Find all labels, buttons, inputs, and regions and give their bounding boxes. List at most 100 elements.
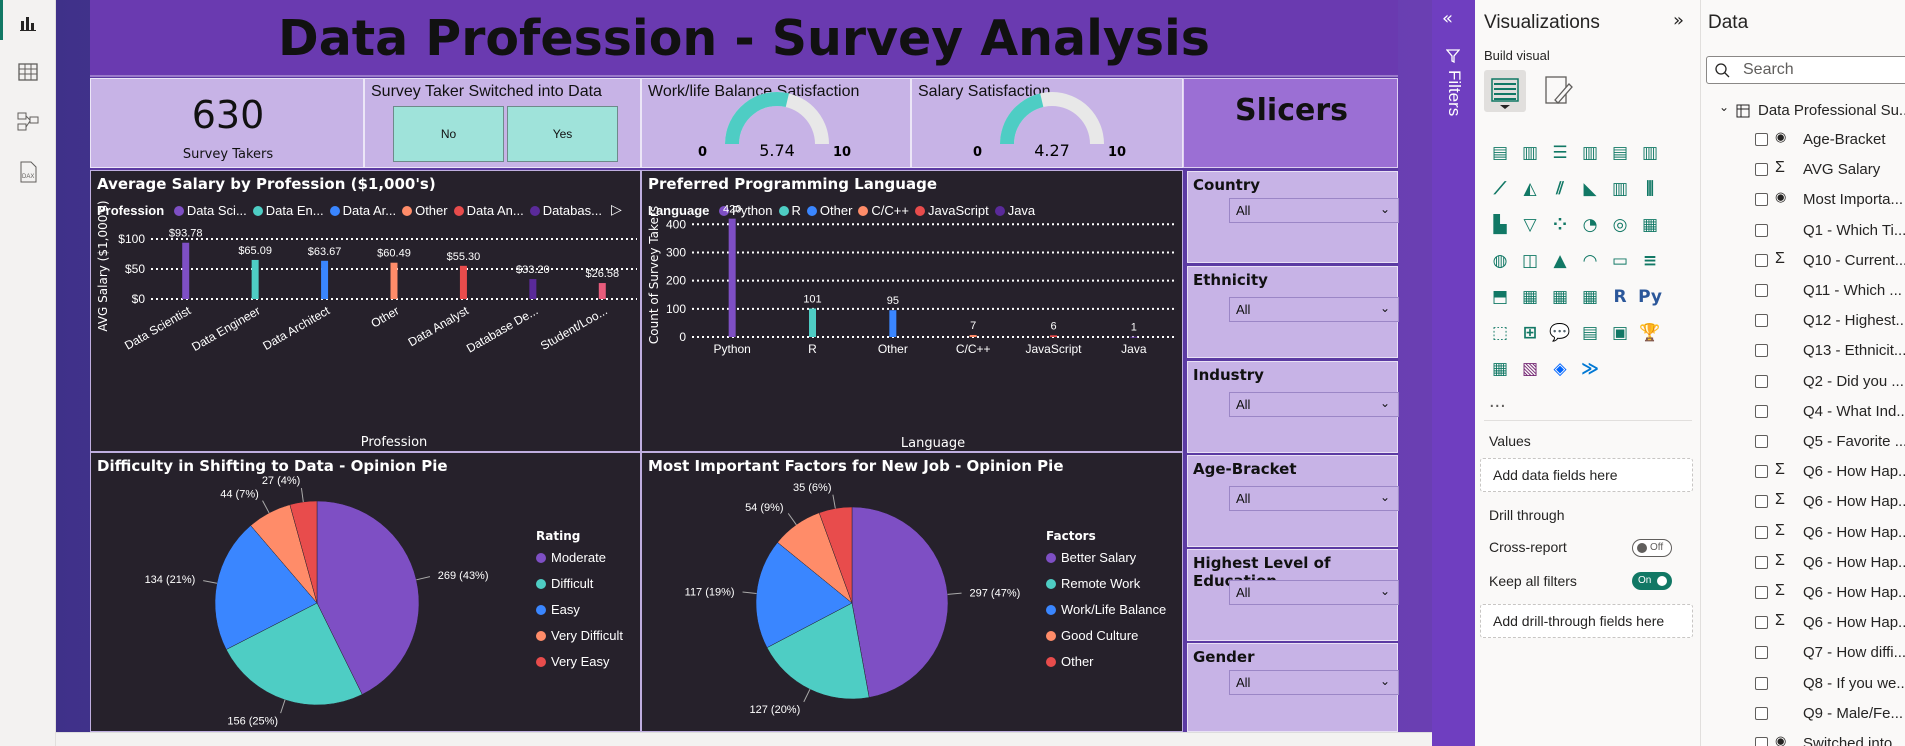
field-checkbox[interactable] (1755, 193, 1768, 207)
field-checkbox[interactable] (1755, 465, 1768, 479)
worklife-gauge-card[interactable]: Work/life Balance Satisfaction 0 5.74 10 (641, 78, 911, 168)
field-item[interactable]: Σ Q6 - How Hap... (1701, 578, 1905, 608)
slicer-country-dropdown[interactable]: All ⌄ (1229, 198, 1399, 223)
field-checkbox[interactable] (1755, 133, 1768, 146)
cross-report-toggle[interactable]: Off (1632, 539, 1672, 557)
field-checkbox[interactable] (1755, 223, 1768, 237)
stacked-bar-chart-icon[interactable]: ▤ (1487, 140, 1513, 166)
azure-map-icon[interactable]: ▲ (1547, 248, 1573, 274)
area-chart-icon[interactable]: ◭ (1517, 176, 1543, 202)
expand-filters-icon[interactable]: « (1442, 8, 1453, 29)
field-item[interactable]: Q11 - Which ... (1701, 276, 1905, 306)
100-stacked-column-icon[interactable]: ▥ (1637, 140, 1663, 166)
data-table-node[interactable]: ⌄ Data Professional Su... (1701, 96, 1905, 124)
python-visual-icon[interactable]: Py (1637, 284, 1663, 310)
line-stacked-column-icon[interactable]: ⫽ (1547, 176, 1573, 202)
treemap-icon[interactable]: ▦ (1637, 212, 1663, 238)
scatter-chart-icon[interactable]: ⁘ (1547, 212, 1573, 238)
field-item[interactable]: Σ AVG Salary (1701, 155, 1905, 185)
matrix-icon[interactable]: ▦ (1577, 284, 1603, 310)
key-influencers-icon[interactable]: ⬚ (1487, 320, 1513, 346)
map-icon[interactable]: ◍ (1487, 248, 1513, 274)
factors-pie-chart[interactable]: Most Important Factors for New Job - Opi… (641, 452, 1183, 732)
field-checkbox[interactable] (1755, 616, 1768, 630)
pie-chart-icon[interactable]: ◔ (1577, 212, 1603, 238)
switched-yes-button[interactable]: Yes (507, 106, 618, 162)
clustered-bar-chart-icon[interactable]: ☰ (1547, 140, 1573, 166)
field-checkbox[interactable] (1755, 555, 1768, 569)
field-checkbox[interactable] (1755, 344, 1768, 358)
multi-row-card-icon[interactable]: ≡ (1637, 248, 1663, 274)
field-item[interactable]: Σ Q6 - How Hap... (1701, 548, 1905, 578)
drill-through-drop-zone[interactable]: Add drill-through fields here (1480, 604, 1693, 638)
gauge-icon[interactable]: ◠ (1577, 248, 1603, 274)
field-item[interactable]: Σ Q6 - How Hap... (1701, 457, 1905, 487)
format-visual-tab[interactable] (1541, 74, 1575, 112)
custom-visual-icon[interactable]: ≫ (1577, 356, 1603, 382)
field-item[interactable]: Q7 - How diffi... (1701, 638, 1905, 668)
field-checkbox[interactable] (1755, 435, 1768, 448)
donut-chart-icon[interactable]: ◎ (1607, 212, 1633, 238)
field-item[interactable]: Σ Q6 - How Hap... (1701, 518, 1905, 548)
trophy-icon[interactable]: 🏆 (1637, 320, 1663, 346)
waterfall-chart-icon[interactable]: ▙ (1487, 212, 1513, 238)
qa-icon[interactable]: 💬 (1547, 320, 1573, 346)
avg-salary-chart[interactable]: Average Salary by Profession ($1,000's) … (90, 170, 641, 452)
language-chart[interactable]: Preferred Programming Language Language … (641, 170, 1183, 452)
salary-satisfaction-card[interactable]: Salary Satisfaction 0 4.27 10 (911, 78, 1183, 168)
slicer-ethnicity-dropdown[interactable]: All ⌄ (1229, 297, 1399, 322)
decomposition-tree-icon[interactable]: ⊞ (1517, 320, 1543, 346)
stacked-area-icon[interactable]: ◣ (1577, 176, 1603, 202)
stacked-column-chart-icon[interactable]: ▥ (1517, 140, 1543, 166)
report-view-icon[interactable] (14, 8, 42, 36)
field-item[interactable]: ◉ Age-Bracket (1701, 125, 1905, 155)
slicer-icon[interactable]: ▦ (1517, 284, 1543, 310)
line-chart-icon[interactable]: ⟋ (1487, 176, 1513, 202)
power-apps-icon[interactable]: ▧ (1517, 356, 1543, 382)
field-item[interactable]: ◉ Switched into ... (1701, 729, 1905, 746)
metrics-icon[interactable]: ▦ (1487, 356, 1513, 382)
field-checkbox[interactable] (1755, 163, 1768, 177)
field-item[interactable]: Q1 - Which Ti... (1701, 216, 1905, 246)
kpi-icon[interactable]: ⬒ (1487, 284, 1513, 310)
funnel-chart-icon[interactable]: ▽ (1517, 212, 1543, 238)
difficulty-pie-chart[interactable]: Difficulty in Shifting to Data - Opinion… (90, 452, 641, 732)
field-checkbox[interactable] (1755, 253, 1768, 267)
data-search-input[interactable]: Search (1706, 56, 1905, 84)
r-visual-icon[interactable]: R (1607, 284, 1633, 310)
narrative-icon[interactable]: ▤ (1577, 320, 1603, 346)
field-item[interactable]: Q12 - Highest... (1701, 306, 1905, 336)
filters-pane-collapsed[interactable]: « Filters (1432, 0, 1475, 746)
field-checkbox[interactable] (1755, 706, 1768, 720)
table-icon[interactable]: ▦ (1547, 284, 1573, 310)
filled-map-icon[interactable]: ◫ (1517, 248, 1543, 274)
slicer-age-dropdown[interactable]: All ⌄ (1229, 486, 1399, 511)
dax-query-view-icon[interactable]: DAX (14, 158, 42, 186)
build-visual-tab[interactable] (1484, 70, 1526, 112)
field-checkbox[interactable] (1755, 676, 1768, 690)
field-item[interactable]: Q13 - Ethnicit... (1701, 336, 1905, 366)
collapse-visualizations-icon[interactable]: » (1673, 10, 1684, 31)
field-item[interactable]: Σ Q6 - How Hap... (1701, 487, 1905, 517)
field-checkbox[interactable] (1755, 525, 1768, 539)
values-drop-zone[interactable]: Add data fields here (1480, 458, 1693, 492)
card-icon[interactable]: ▭ (1607, 248, 1633, 274)
table-view-icon[interactable] (14, 58, 42, 86)
keep-filters-toggle[interactable]: On (1632, 572, 1672, 590)
field-checkbox[interactable] (1755, 284, 1768, 297)
line-clustered-column-icon[interactable]: ▥ (1607, 176, 1633, 202)
field-item[interactable]: ◉ Most Importa... (1701, 185, 1905, 215)
field-item[interactable]: Σ Q6 - How Hap... (1701, 608, 1905, 638)
ribbon-chart-icon[interactable]: ⫼ (1637, 176, 1663, 202)
more-visuals-button[interactable]: ... (1489, 390, 1506, 413)
power-automate-icon[interactable]: ◈ (1547, 356, 1573, 382)
clustered-column-chart-icon[interactable]: ▥ (1577, 140, 1603, 166)
model-view-icon[interactable] (14, 108, 42, 136)
slicer-gender-dropdown[interactable]: All ⌄ (1229, 670, 1399, 695)
field-item[interactable]: Q9 - Male/Fe... (1701, 699, 1905, 729)
field-checkbox[interactable] (1755, 737, 1768, 746)
paginated-report-icon[interactable]: ▣ (1607, 320, 1633, 346)
slicer-education-dropdown[interactable]: All ⌄ (1229, 580, 1399, 605)
field-checkbox[interactable] (1755, 495, 1768, 509)
field-item[interactable]: Q2 - Did you ... (1701, 367, 1905, 397)
